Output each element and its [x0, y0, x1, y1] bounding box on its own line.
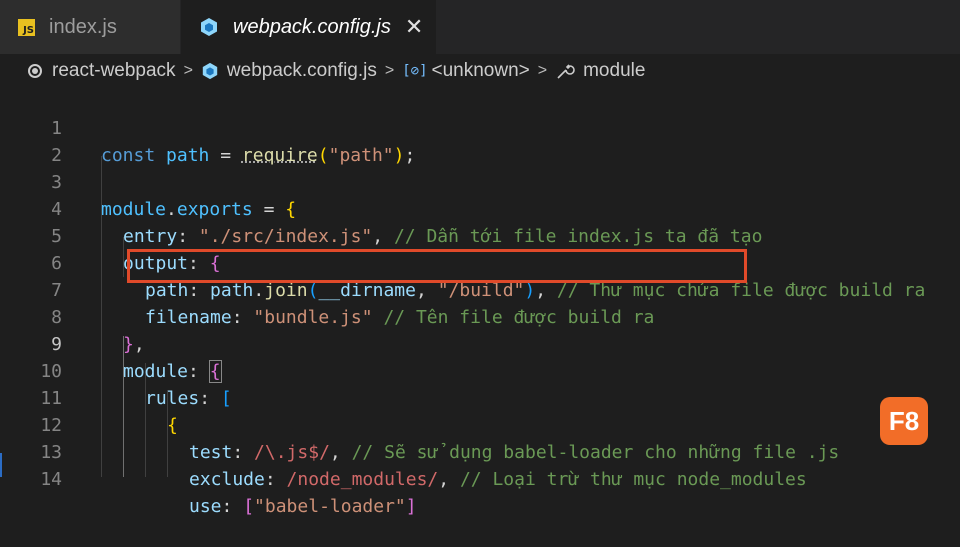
tab-webpack-config[interactable]: webpack.config.js ✕ [181, 0, 436, 54]
tab-bar: JS index.js webpack.config.js ✕ [0, 0, 960, 54]
chevron-right-icon: > [385, 62, 394, 80]
code-line: 6 path: path.join(__dirname, "/build"), … [0, 223, 960, 250]
scrollbar-marker [0, 453, 2, 477]
code-line: 2 [0, 115, 960, 142]
code-line: 13 exclude: /node_modules/, // Loại trừ … [0, 412, 960, 439]
js-file-icon: JS [18, 19, 35, 36]
variable-bracket-icon: [⊘] [402, 63, 427, 79]
close-icon[interactable]: ✕ [405, 14, 423, 40]
breadcrumb-file-label: webpack.config.js [227, 60, 377, 82]
code-line: 9 module: { [0, 304, 960, 331]
breadcrumb-symbol-label: <unknown> [432, 60, 530, 82]
breadcrumb-project[interactable]: react-webpack [52, 60, 176, 82]
tab-index-js[interactable]: JS index.js [0, 0, 180, 54]
folder-circle-icon [28, 64, 42, 78]
code-line: 3 module.exports = { [0, 142, 960, 169]
code-line: 12 test: /\.js$/, // Sẽ sử dụng babel-lo… [0, 385, 960, 412]
webpack-cube-icon [201, 62, 219, 80]
breadcrumb-property-label: module [583, 60, 645, 82]
breadcrumb-property[interactable]: module [555, 60, 645, 82]
code-line: 1 const path = require("path"); [0, 88, 960, 115]
chevron-right-icon: > [184, 62, 193, 80]
highlight-box [127, 249, 747, 283]
tab-label: webpack.config.js [233, 16, 391, 39]
wrench-icon [555, 61, 575, 81]
code-line: 11 { [0, 358, 960, 385]
breadcrumb-symbol[interactable]: [⊘] <unknown> [402, 60, 530, 82]
code-line: 14 use: ["babel-loader"] [0, 439, 960, 466]
f8-logo-badge: F8 [880, 397, 928, 445]
code-line: 10 rules: [ [0, 331, 960, 358]
breadcrumb: react-webpack > webpack.config.js > [⊘] … [0, 54, 960, 88]
webpack-cube-icon [199, 17, 219, 37]
tab-label: index.js [49, 16, 117, 39]
code-line: 5 output: { [0, 196, 960, 223]
code-line: 4 entry: "./src/index.js", // Dẫn tới fi… [0, 169, 960, 196]
breadcrumb-file[interactable]: webpack.config.js [201, 60, 377, 82]
chevron-right-icon: > [538, 62, 547, 80]
